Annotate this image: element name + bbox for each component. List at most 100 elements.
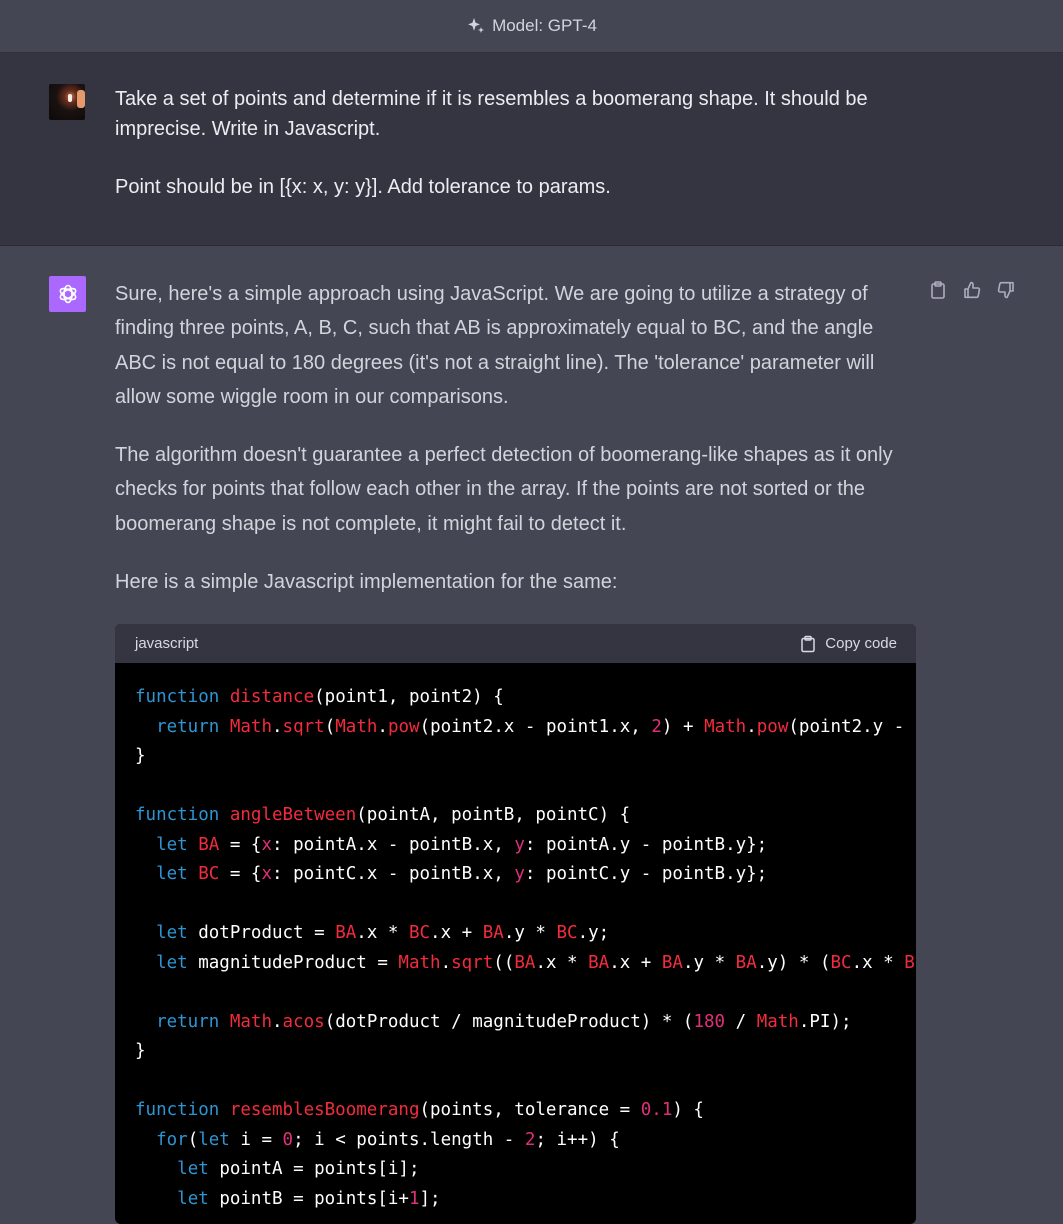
code-token: BA xyxy=(482,923,504,943)
code-token: .x * xyxy=(851,952,905,973)
code-token: ( xyxy=(187,1129,199,1150)
code-token: function xyxy=(135,687,230,707)
code-block-header: javascript Copy code xyxy=(115,624,916,663)
code-token: (dotProduct / magnitudeProduct) * ( xyxy=(324,1011,694,1032)
code-line: for(let i = 0; i < points.length - 2; i+… xyxy=(135,1126,916,1156)
code-token: 0.1 xyxy=(640,1100,673,1120)
code-token: 2 xyxy=(651,716,662,737)
code-token: .y; xyxy=(577,923,610,943)
code-token: sqrt xyxy=(451,952,494,973)
code-token: : pointA.y - pointB.y}; xyxy=(524,834,768,855)
code-content[interactable]: function distance(point1, point2) { retu… xyxy=(115,663,916,1214)
message-actions xyxy=(928,280,1016,300)
code-token: .x + xyxy=(609,952,662,973)
code-token: pow xyxy=(387,716,420,737)
user-avatar xyxy=(49,84,85,120)
code-token: function xyxy=(135,805,230,825)
code-token: .x + xyxy=(430,923,483,943)
code-token: 2 xyxy=(524,1129,536,1150)
code-line: let pointA = points[i]; xyxy=(135,1155,916,1185)
code-token: resemblesBoomerang xyxy=(229,1100,420,1120)
code-token: return xyxy=(156,1011,230,1032)
code-token: acos xyxy=(282,1011,325,1032)
code-token: BC xyxy=(830,952,852,973)
code-token: BA xyxy=(514,952,536,973)
code-token: (point1, point2) { xyxy=(314,687,504,707)
user-paragraph: Take a set of points and determine if it… xyxy=(115,88,868,140)
code-token: BC xyxy=(904,952,916,973)
code-line: return Math.acos(dotProduct / magnitudeP… xyxy=(135,1008,916,1038)
code-token: BA xyxy=(198,834,220,855)
code-token: x xyxy=(261,864,273,884)
code-token: 1 xyxy=(408,1188,420,1209)
user-message-text: Take a set of points and determine if it… xyxy=(115,84,895,202)
code-token: function xyxy=(135,1100,230,1120)
code-token: Math xyxy=(704,716,747,737)
code-token: : pointA.x - pointB.x, xyxy=(272,834,515,855)
code-token: } xyxy=(135,1041,146,1061)
code-line: let BA = {x: pointA.x - pointB.x, y: poi… xyxy=(135,831,916,861)
code-token: ; i < points.length - xyxy=(293,1129,525,1150)
code-token: .y * xyxy=(682,952,736,973)
code-token: . xyxy=(272,1011,283,1032)
code-line: } xyxy=(135,1037,916,1067)
model-label: Model: GPT-4 xyxy=(492,16,597,35)
code-token: Math xyxy=(229,1011,272,1032)
code-token: pow xyxy=(756,716,789,737)
code-token: for xyxy=(156,1129,188,1150)
code-line: let dotProduct = BA.x * BC.x + BA.y * BC… xyxy=(135,919,916,949)
code-token: = { xyxy=(219,864,262,884)
code-token: Math xyxy=(398,952,441,973)
code-token: let xyxy=(156,864,199,884)
code-token: let xyxy=(177,1188,220,1209)
copy-code-button[interactable]: Copy code xyxy=(799,635,897,653)
code-token: .x * xyxy=(356,923,409,943)
thumbs-down-icon[interactable] xyxy=(996,280,1016,300)
assistant-paragraph: The algorithm doesn't guarantee a perfec… xyxy=(115,444,893,535)
assistant-paragraph: Here is a simple Javascript implementati… xyxy=(115,571,618,594)
code-token: } xyxy=(135,746,146,766)
code-token: y xyxy=(514,864,525,884)
code-token: BA xyxy=(588,952,610,973)
copy-code-label: Copy code xyxy=(825,635,897,652)
code-token: (point2.y - po xyxy=(788,716,916,737)
code-token: dotProduct = xyxy=(198,923,336,943)
code-language-label: javascript xyxy=(135,635,199,652)
code-token: let xyxy=(156,834,199,855)
code-token: magnitudeProduct = xyxy=(198,952,399,973)
code-line: } xyxy=(135,742,916,772)
code-token: i = xyxy=(240,1129,283,1150)
code-token: . xyxy=(746,716,757,737)
code-token: . xyxy=(377,716,388,737)
code-token: return xyxy=(156,716,230,737)
code-token: / xyxy=(725,1011,757,1032)
clipboard-icon[interactable] xyxy=(928,280,948,300)
code-line: return Math.sqrt(Math.pow(point2.x - poi… xyxy=(135,713,916,743)
code-token: angleBetween xyxy=(229,805,357,825)
code-token: : pointC.x - pointB.x, xyxy=(272,864,515,884)
code-token: BA xyxy=(335,923,357,943)
sparkle-icon xyxy=(466,16,486,36)
code-token: let xyxy=(156,952,199,973)
code-token: (( xyxy=(493,952,515,973)
assistant-message-text: Sure, here's a simple approach using Jav… xyxy=(115,277,915,599)
code-line: let pointB = points[i+1]; xyxy=(135,1185,916,1215)
code-token: sqrt xyxy=(282,716,325,737)
code-token: pointA = points[i]; xyxy=(219,1159,420,1179)
thumbs-up-icon[interactable] xyxy=(962,280,982,300)
code-token: 0 xyxy=(282,1129,294,1150)
code-token: BA xyxy=(735,952,757,973)
code-token: ( xyxy=(324,716,336,737)
code-token: Math xyxy=(229,716,272,737)
code-token: (point2.x - point1.x, xyxy=(419,716,652,737)
code-line: function distance(point1, point2) { xyxy=(135,683,916,713)
user-paragraph: Point should be in [{x: x, y: y}]. Add t… xyxy=(115,176,611,198)
